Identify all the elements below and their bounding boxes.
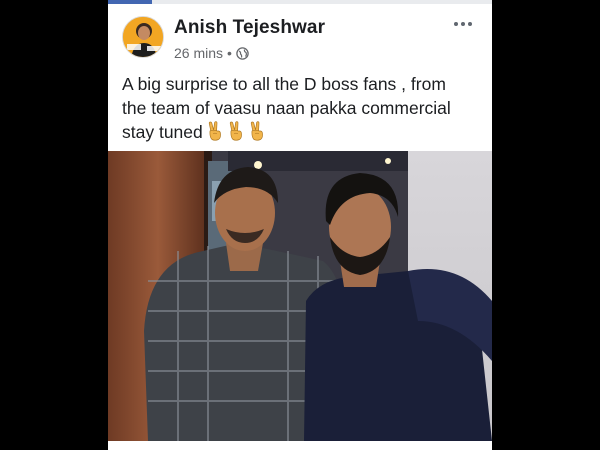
author-name[interactable]: Anish Tejeshwar	[174, 17, 325, 39]
post-text-line-3: stay tuned	[122, 120, 484, 144]
top-strip	[108, 0, 492, 4]
post-photo[interactable]	[108, 151, 492, 441]
globe-icon[interactable]	[236, 46, 249, 60]
avatar-image	[123, 17, 163, 57]
more-horizontal-icon	[454, 22, 458, 26]
post-text: A big surprise to all the D boss fans , …	[122, 72, 484, 144]
victory-hand-emoji-icon	[206, 121, 224, 141]
more-options-button[interactable]	[450, 14, 476, 34]
avatar[interactable]	[122, 16, 164, 58]
post-meta: 26 mins •	[174, 45, 249, 61]
photo-illustration	[108, 151, 492, 441]
post-text-line-2: the team of vaasu naan pakka commercial	[122, 98, 451, 118]
victory-hand-emoji-icon	[227, 121, 245, 141]
meta-separator: •	[227, 45, 232, 61]
post-text-line-3-text: stay tuned	[122, 122, 203, 142]
timestamp[interactable]: 26 mins	[174, 45, 223, 61]
victory-hand-emoji-icon	[248, 121, 266, 141]
emoji-row	[203, 121, 266, 142]
post-header: Anish Tejeshwar 26 mins •	[108, 8, 492, 66]
post-text-line-1: A big surprise to all the D boss fans , …	[122, 74, 446, 94]
load-progress-bar	[108, 0, 152, 4]
post-card: Anish Tejeshwar 26 mins • A big surprise…	[108, 0, 492, 450]
